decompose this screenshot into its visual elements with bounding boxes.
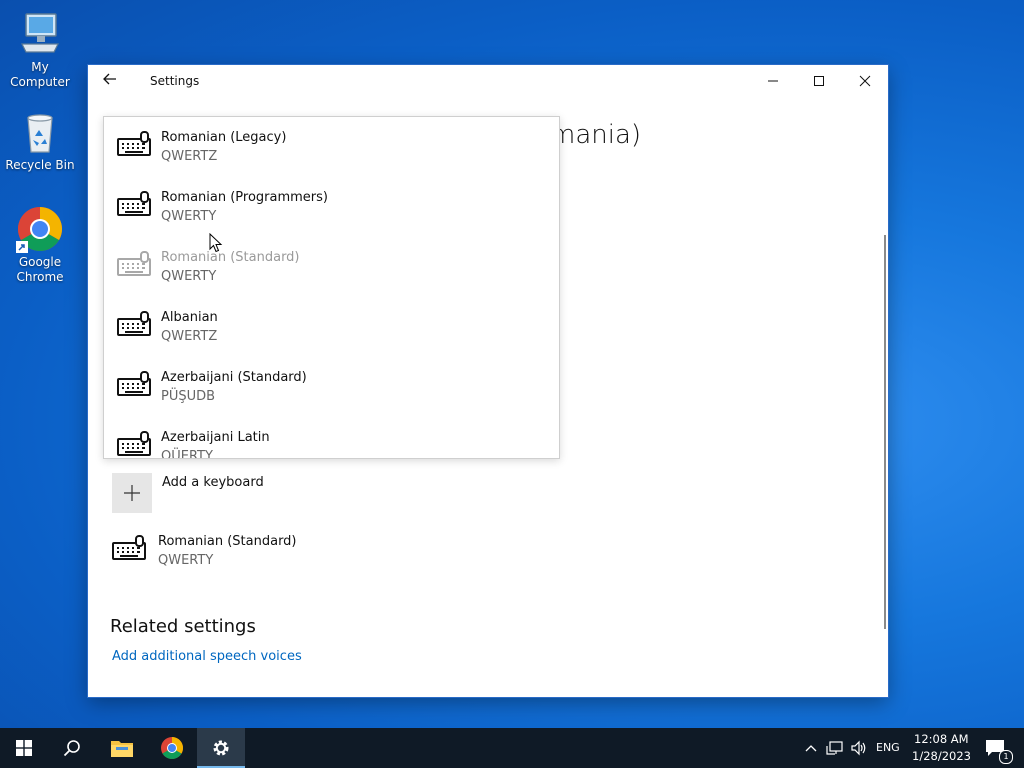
keyboard-icon (117, 431, 151, 456)
notification-count-badge: 1 (999, 750, 1013, 764)
windows-logo-icon (16, 740, 32, 756)
scrollbar[interactable] (884, 235, 886, 629)
clock-time[interactable]: 12:08 AM (914, 732, 969, 746)
list-item[interactable]: Albanian QWERTZ (104, 297, 559, 357)
window-title: Settings (150, 74, 200, 88)
keyboard-name: Albanian (161, 310, 218, 325)
list-item[interactable]: Romanian (Programmers) QWERTY (104, 177, 559, 237)
desktop-icon-google-chrome[interactable]: Google Chrome (0, 205, 80, 285)
close-button[interactable] (842, 65, 888, 97)
title-bar: Settings (88, 65, 888, 97)
keyboard-layout: QWERTZ (161, 149, 218, 164)
maximize-button[interactable] (796, 65, 842, 97)
add-speech-voices-link[interactable]: Add additional speech voices (112, 649, 302, 664)
desktop-icon-label: Recycle Bin (5, 158, 75, 172)
list-item[interactable]: Romanian (Legacy) QWERTZ (104, 117, 559, 177)
start-button[interactable] (0, 728, 48, 768)
close-icon (859, 75, 871, 87)
volume-button[interactable] (847, 728, 871, 768)
keyboard-icon (117, 371, 151, 396)
keyboard-name: Azerbaijani Latin (161, 430, 270, 445)
keyboard-icon (117, 311, 151, 336)
add-keyboard-button[interactable]: Add a keyboard (112, 473, 264, 513)
folder-icon (111, 741, 133, 757)
chrome-icon (16, 205, 64, 253)
maximize-icon (814, 76, 824, 86)
network-icon (826, 741, 843, 755)
gear-icon (213, 740, 229, 756)
keyboard-layout: PÜŞUDB (161, 389, 216, 404)
show-hidden-icons-button[interactable] (800, 728, 822, 768)
keyboard-layout: QWERTY (158, 553, 214, 568)
taskbar-file-explorer[interactable] (98, 728, 146, 768)
recycle-bin-icon (16, 108, 64, 156)
list-item[interactable]: Azerbaijani Latin QÜERTY (104, 417, 559, 459)
taskbar-settings[interactable] (197, 728, 245, 768)
keyboard-icon (117, 251, 151, 276)
clock-date[interactable]: 1/28/2023 (912, 749, 971, 763)
keyboard-name: Romanian (Standard) (161, 250, 300, 265)
computer-icon (16, 10, 64, 58)
related-settings-heading: Related settings (110, 616, 256, 637)
keyboard-name: Romanian (Programmers) (161, 190, 328, 205)
taskbar-chrome[interactable] (148, 728, 196, 768)
keyboard-name: Romanian (Legacy) (161, 130, 287, 145)
search-button[interactable] (48, 728, 96, 768)
keyboard-icon (112, 535, 146, 560)
keyboard-layout: QWERTZ (161, 329, 218, 344)
chevron-up-icon (805, 745, 817, 752)
desktop-icon-label: My Computer (10, 60, 70, 89)
minimize-button[interactable] (750, 65, 796, 97)
desktop-icon-my-computer[interactable]: My Computer (0, 10, 80, 90)
action-center-button[interactable]: 1 (976, 728, 1016, 768)
keyboard-layout: QWERTY (161, 269, 217, 284)
desktop-icon-label: Google Chrome (16, 255, 64, 284)
plus-icon (112, 473, 152, 513)
keyboard-icon (117, 131, 151, 156)
keyboard-picker-list[interactable]: Romanian (Legacy) QWERTZ Romanian (Progr… (103, 116, 560, 459)
keyboard-icon (117, 191, 151, 216)
desktop-icon-recycle-bin[interactable]: Recycle Bin (0, 108, 80, 173)
add-keyboard-label: Add a keyboard (162, 475, 264, 490)
list-item[interactable]: Azerbaijani (Standard) PÜŞUDB (104, 357, 559, 417)
list-item: Romanian (Standard) QWERTY (104, 237, 559, 297)
mouse-cursor-icon (209, 232, 223, 257)
minimize-icon (768, 80, 778, 82)
page-title: mania) (550, 120, 642, 150)
input-language-indicator[interactable]: ENG (876, 741, 900, 754)
back-arrow-icon[interactable] (102, 71, 122, 91)
keyboard-layout: QÜERTY (161, 449, 213, 459)
speaker-icon (851, 740, 866, 756)
keyboard-layout: QWERTY (161, 209, 217, 224)
search-icon (63, 740, 80, 757)
network-button[interactable] (823, 728, 847, 768)
chrome-icon (161, 737, 183, 759)
taskbar: ENG 12:08 AM 1/28/2023 1 (0, 728, 1024, 768)
keyboard-name: Romanian (Standard) (158, 534, 297, 549)
keyboard-name: Azerbaijani (Standard) (161, 370, 307, 385)
